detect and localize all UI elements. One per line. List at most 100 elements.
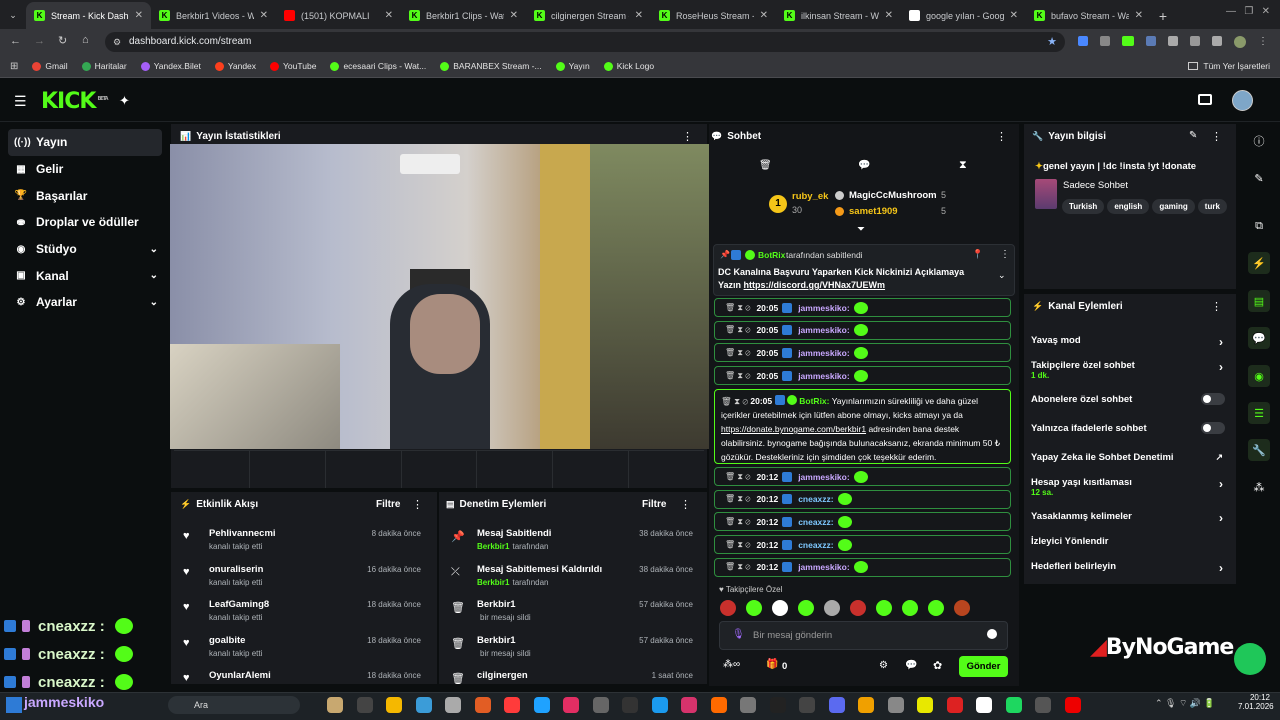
add-action-icon[interactable]: ⁂ xyxy=(1248,476,1270,498)
emote-icon[interactable] xyxy=(720,600,736,616)
chat-message[interactable]: 🗑 ⧗ ⊘ 20:12 jammeskiko: xyxy=(714,467,1011,486)
toggle-switch[interactable] xyxy=(1201,393,1225,405)
extension-icon[interactable] xyxy=(1122,36,1134,46)
quick-action-doc-icon[interactable]: ▤ xyxy=(1248,290,1270,312)
category-thumbnail[interactable] xyxy=(1035,179,1057,209)
reload-icon[interactable]: ↻ xyxy=(58,34,67,47)
chat-message[interactable]: 🗑 ⧗ ⊘ 20:12 jammeskiko: xyxy=(714,557,1011,577)
browser-tab[interactable]: (1501) KOPMALI ✕ xyxy=(276,2,401,29)
channel-action-item[interactable]: Yasaklanmış kelimeler › xyxy=(1031,511,1227,533)
chat-bubble-tool-icon[interactable]: 💬 xyxy=(858,160,870,171)
taskbar-app-icon[interactable] xyxy=(327,697,343,713)
emote-icon[interactable] xyxy=(746,600,762,616)
all-bookmarks[interactable]: Tüm Yer İşaretleri xyxy=(1188,61,1270,71)
close-tab-icon[interactable]: ✕ xyxy=(385,10,393,21)
system-tray-icons[interactable]: ⌃ 🎙 ⌔ 🔊 🔋 xyxy=(1155,698,1215,709)
close-tab-icon[interactable]: ✕ xyxy=(885,10,893,21)
collapse-icon[interactable]: ⏷ xyxy=(857,224,865,235)
browser-tab[interactable]: K Berkbir1 Clips - Wat ✕ xyxy=(401,2,526,29)
browser-tab[interactable]: K Stream - Kick Dashb ✕ xyxy=(26,2,151,29)
nav-item[interactable]: ⚙ Ayarlar ⌄ xyxy=(0,289,170,316)
profile-avatar[interactable] xyxy=(1234,36,1246,48)
nav-item[interactable]: ((·)) Yayın xyxy=(8,129,162,156)
start-icon[interactable] xyxy=(6,697,22,713)
bot-message-user[interactable]: BotRix: xyxy=(799,396,829,406)
close-tab-icon[interactable]: ✕ xyxy=(135,10,143,21)
info-circle-icon[interactable]: ⓘ xyxy=(1248,130,1270,152)
taskbar-app-icon[interactable] xyxy=(533,697,550,713)
channel-action-item[interactable]: İzleyici Yönlendir xyxy=(1031,536,1227,558)
nav-item[interactable]: 🏆 Başarılar xyxy=(0,182,170,209)
taskbar-app-icon[interactable] xyxy=(415,697,432,713)
taskbar-app-icon[interactable] xyxy=(710,697,727,713)
download-icon[interactable] xyxy=(1212,36,1222,46)
taskbar-search[interactable]: Ara xyxy=(168,696,300,714)
stream-tag[interactable]: english xyxy=(1107,199,1150,214)
mod-view-icon[interactable] xyxy=(1198,94,1212,105)
forward-icon[interactable]: → xyxy=(34,35,45,47)
message-user[interactable]: jammeskiko: xyxy=(798,325,850,335)
pencil-icon[interactable]: ✎ xyxy=(1248,167,1270,189)
channel-action-item[interactable]: Abonelere özel sohbet xyxy=(1031,393,1227,416)
address-bar[interactable]: ⚙ dashboard.kick.com/stream ★ xyxy=(105,32,1065,52)
activity-user[interactable]: Pehlivannecmi xyxy=(209,528,276,539)
channel-action-item[interactable]: Hesap yaşı kısıtlaması 12 sa. › xyxy=(1031,477,1227,499)
stream-tag[interactable]: turk xyxy=(1197,199,1227,214)
hourglass-icon[interactable]: ⧗ xyxy=(959,159,967,172)
browser-tab[interactable]: Kcilginergen Stream - ✕ xyxy=(526,2,651,29)
points-icon[interactable]: ⁂∞ xyxy=(723,659,740,670)
quick-action-bolt-icon[interactable]: ⚡ xyxy=(1248,252,1270,274)
taskbar-app-icon[interactable] xyxy=(858,697,874,713)
taskbar-app-icon[interactable] xyxy=(651,697,668,713)
nav-item[interactable]: ⛂ Droplar ve ödüller xyxy=(0,209,170,236)
emote-icon[interactable] xyxy=(772,600,788,616)
window-controls[interactable]: — ❐ ✕ xyxy=(1226,6,1270,17)
kick-logo[interactable]: KICK BETA xyxy=(41,89,109,114)
trash-icon[interactable]: 🗑 xyxy=(759,160,772,171)
chat-message[interactable]: 🗑 ⧗ ⊘ 20:12 cneaxzz: xyxy=(714,489,1011,509)
leader-first-name[interactable]: ruby_ek xyxy=(792,191,828,202)
channel-action-item[interactable]: Yalnızca ifadelerle sohbet xyxy=(1031,422,1227,445)
chat-mode-icon[interactable]: 💬 xyxy=(905,660,917,671)
bookmark-item[interactable]: BARANBEX Stream -... xyxy=(440,61,542,71)
message-user[interactable]: jammeskiko: xyxy=(798,348,850,358)
wrench-icon[interactable]: ✦ xyxy=(119,93,130,109)
nav-item[interactable]: ▣ Kanal ⌄ xyxy=(0,262,170,289)
pinned-menu-icon[interactable]: ⋮ xyxy=(1000,249,1010,260)
expand-chevron-icon[interactable]: ⌄ xyxy=(998,270,1006,281)
activity-filter-button[interactable]: Filtre xyxy=(376,499,400,510)
message-actions[interactable]: 🗑 ⧗ ⊘ xyxy=(725,348,750,358)
bookmark-item[interactable]: YouTube xyxy=(270,61,316,71)
chat-message[interactable]: 🗑 ⧗ ⊘ 20:05 jammeskiko: xyxy=(714,298,1011,317)
hamburger-menu-icon[interactable]: ☰ xyxy=(14,93,27,110)
extension-icon[interactable] xyxy=(1100,36,1110,46)
taskbar-app-icon[interactable] xyxy=(445,697,461,713)
browser-tab[interactable]: K Berkbir1 Videos - Wa ✕ xyxy=(151,2,276,29)
taskbar-app-icon[interactable] xyxy=(1005,697,1022,713)
bookmark-item[interactable]: Yayın xyxy=(555,61,590,71)
category-name[interactable]: Sadece Sohbet xyxy=(1063,180,1128,191)
message-actions[interactable]: 🗑 ⧗ ⊘ xyxy=(725,517,750,527)
browser-tab[interactable]: Kbufavo Stream - Wat ✕ xyxy=(1026,2,1151,29)
close-tab-icon[interactable]: ✕ xyxy=(260,10,268,21)
chat-message[interactable]: 🗑 ⧗ ⊘ 20:12 cneaxzz: xyxy=(714,535,1011,555)
moderation-item[interactable]: 📌 Mesaj Sabitlendi Berkbir1 tarafından 38 da… xyxy=(445,524,701,560)
quick-action-list-icon[interactable]: ☰ xyxy=(1248,402,1270,424)
taskbar-app-icon[interactable] xyxy=(1064,697,1081,713)
bookmark-item[interactable]: Haritalar xyxy=(81,61,127,71)
activity-item[interactable]: ♥ LeafGaming8 kanalı takip etti 18 dakika ö… xyxy=(177,595,429,631)
moderation-item[interactable]: 🗑 Berkbir1 bir mesajı sildi 57 dakika önce xyxy=(445,595,701,631)
bot-message-link[interactable]: https://donate.bynogame.com/berkbir1 xyxy=(721,424,866,434)
activity-item[interactable]: ♥ onuraliserin kanalı takip etti 16 dakika … xyxy=(177,560,429,596)
close-tab-icon[interactable]: ✕ xyxy=(510,10,518,21)
close-tab-icon[interactable]: ✕ xyxy=(1135,10,1143,21)
extension-icon[interactable] xyxy=(1146,36,1156,46)
close-tab-icon[interactable]: ✕ xyxy=(1010,10,1018,21)
taskbar-app-icon[interactable] xyxy=(976,697,992,713)
message-user[interactable]: cneaxzz: xyxy=(798,494,833,504)
microphone-icon[interactable]: 🎙 xyxy=(732,629,745,640)
taskbar-app-icon[interactable] xyxy=(592,697,609,713)
moderation-item[interactable]: 🗑 Berkbir1 bir mesajı sildi 57 dakika önce xyxy=(445,631,701,667)
stream-tag[interactable]: gaming xyxy=(1152,199,1195,214)
stream-tag[interactable]: Turkish xyxy=(1062,199,1105,214)
